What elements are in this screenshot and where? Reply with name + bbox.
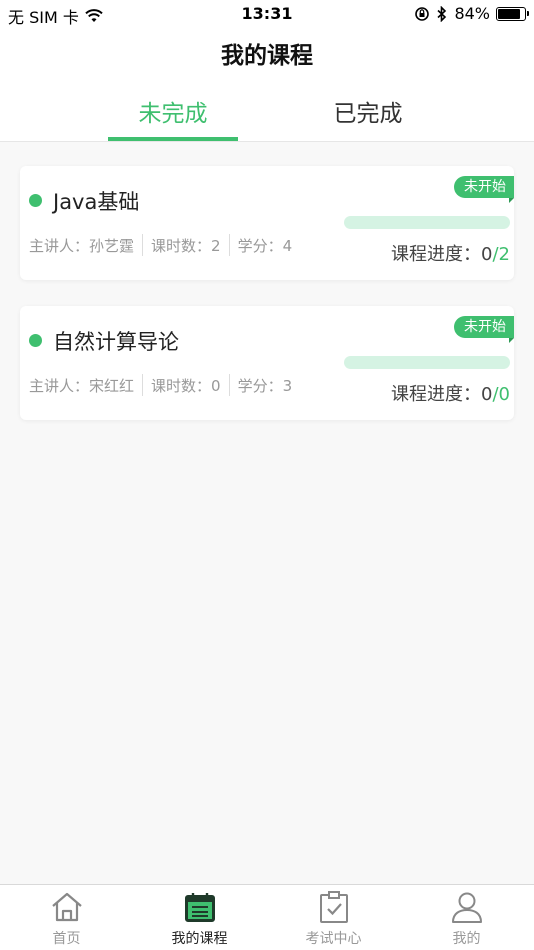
progress-label: 课程进度： [391, 384, 482, 405]
page-title: 我的课程 [221, 43, 313, 69]
tabbar-label: 我的 [452, 931, 481, 947]
bottom-tab-bar: 首页 我的课程 考试中心 我的 [0, 884, 534, 950]
user-icon [451, 892, 482, 923]
course-credits: 学分：4 [237, 236, 293, 255]
progress-text: 课程进度： 0 / 2 [391, 240, 510, 266]
progress-bar [344, 216, 510, 229]
progress-bar [344, 356, 510, 369]
status-right: 84% [414, 4, 529, 23]
divider [228, 374, 230, 396]
orientation-lock-icon [415, 6, 430, 21]
course-title: 自然计算导论 [53, 330, 179, 354]
progress-text: 课程进度： 0 / 0 [391, 380, 510, 406]
progress-done: 0 [481, 384, 493, 405]
divider [228, 234, 230, 256]
tabbar-label: 首页 [52, 931, 81, 947]
course-card[interactable]: 未开始 自然计算导论 主讲人：宋红红 课时数：0 学分：3 课程进度： 0 / … [20, 306, 514, 420]
bluetooth-icon [437, 5, 447, 22]
tab-incomplete[interactable]: 未完成 [108, 84, 238, 142]
battery-percent: 84% [454, 4, 490, 23]
progress-total: 2 [498, 244, 510, 265]
course-hours: 课时数：0 [151, 376, 221, 395]
status-bar: 无 SIM 卡 13:31 84% [0, 0, 534, 28]
divider [142, 374, 144, 396]
status-badge: 未开始 [454, 176, 514, 203]
bullet-dot-icon [29, 194, 42, 207]
tab-completed[interactable]: 已完成 [303, 84, 433, 142]
home-icon [51, 892, 82, 922]
course-lecturer: 主讲人：孙艺霆 [29, 236, 135, 255]
tab-bar: 未完成 已完成 [0, 84, 534, 142]
course-meta: 主讲人：宋红红 课时数：0 学分：3 [29, 374, 292, 396]
status-badge: 未开始 [454, 316, 514, 343]
tabbar-my-courses[interactable]: 我的课程 [133, 885, 266, 950]
progress-done: 0 [481, 244, 493, 265]
course-credits: 学分：3 [237, 376, 293, 395]
calendar-icon [184, 893, 215, 922]
course-hours: 课时数：2 [151, 236, 221, 255]
course-lecturer: 主讲人：宋红红 [29, 376, 135, 395]
course-card[interactable]: 未开始 Java基础 主讲人：孙艺霆 课时数：2 学分：4 课程进度： 0 / … [20, 166, 514, 280]
nav-header: 我的课程 [0, 28, 534, 84]
tabbar-label: 考试中心 [305, 931, 362, 947]
tabbar-me[interactable]: 我的 [400, 885, 533, 950]
screen: 无 SIM 卡 13:31 84% 我的课程 未完成 已完成 未开始 Java基… [0, 0, 534, 950]
course-title: Java基础 [53, 190, 140, 214]
battery-level [498, 8, 520, 19]
progress-total: 0 [498, 384, 510, 405]
progress-label: 课程进度： [391, 244, 482, 265]
bullet-dot-icon [29, 334, 42, 347]
tabbar-exam-center[interactable]: 考试中心 [267, 885, 400, 950]
clipboard-check-icon [319, 891, 348, 923]
tabbar-label: 我的课程 [171, 931, 228, 947]
divider [142, 234, 144, 256]
battery-icon [496, 6, 529, 21]
tabbar-home[interactable]: 首页 [0, 885, 133, 950]
course-meta: 主讲人：孙艺霆 课时数：2 学分：4 [29, 234, 292, 256]
